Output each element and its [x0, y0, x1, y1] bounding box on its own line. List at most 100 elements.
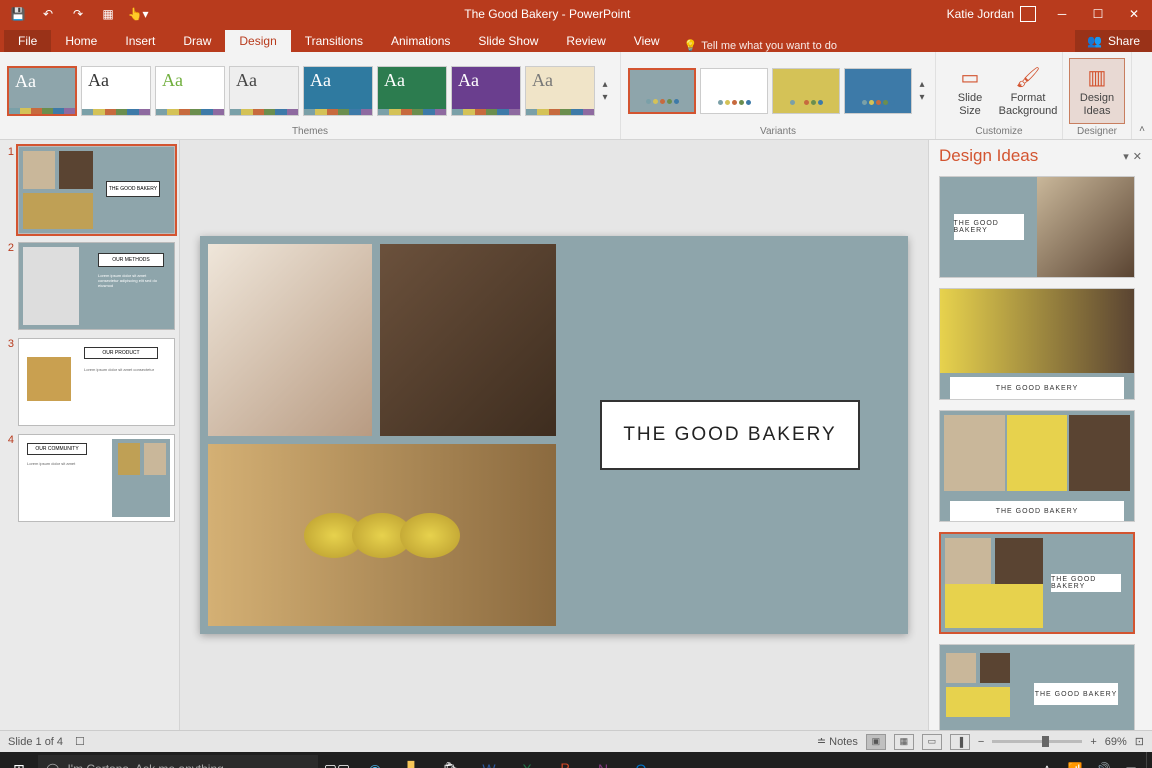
theme-thumb-2[interactable]: Aa: [155, 66, 225, 116]
pane-close-button[interactable]: ✕: [1133, 150, 1142, 163]
show-desktop-button[interactable]: [1146, 752, 1152, 768]
windows-taskbar: ⊞ ◯ I'm Cortana. Ask me anything. ▢▢ ◉ ▋…: [0, 752, 1152, 768]
normal-view-button[interactable]: ▣: [866, 734, 886, 750]
variants-group: ▴▾ Variants: [621, 52, 936, 139]
design-ideas-header: Design Ideas ▾ ✕: [929, 140, 1152, 172]
maximize-button[interactable]: ☐: [1080, 0, 1116, 28]
quick-access-toolbar: 💾 ↶ ↷ ▦ 👆▾: [0, 2, 156, 26]
design-ideas-button[interactable]: ▥ Design Ideas: [1069, 58, 1125, 124]
slide-thumbnail-2[interactable]: OUR METHODSLorem ipsum dolor sit amet co…: [18, 242, 175, 330]
tab-file[interactable]: File: [4, 30, 51, 52]
edge-icon[interactable]: ◉: [356, 752, 394, 768]
onenote-icon[interactable]: N: [584, 752, 622, 768]
tell-me-search[interactable]: 💡 Tell me what you want to do: [684, 39, 837, 52]
minimize-button[interactable]: ─: [1044, 0, 1080, 28]
slides-thumbnail-panel[interactable]: 1THE GOOD BAKERY2OUR METHODSLorem ipsum …: [0, 140, 180, 730]
variant-thumb-2[interactable]: [772, 68, 840, 114]
collapse-ribbon-button[interactable]: ˄: [1132, 52, 1152, 139]
format-background-button[interactable]: 🖌 Format Background: [1000, 58, 1056, 124]
fit-to-window-button[interactable]: ⊡: [1135, 735, 1144, 748]
start-button[interactable]: ⊞: [0, 752, 38, 768]
slide-image-2[interactable]: [380, 244, 556, 436]
undo-button[interactable]: ↶: [34, 2, 62, 26]
redo-button[interactable]: ↷: [64, 2, 92, 26]
design-ideas-list[interactable]: THE GOOD BAKERYTHE GOOD BAKERYTHE GOOD B…: [929, 172, 1152, 730]
slide-image-1[interactable]: [208, 244, 372, 436]
save-button[interactable]: 💾: [4, 2, 32, 26]
tab-home[interactable]: Home: [51, 30, 111, 52]
slide-size-button[interactable]: ▭ Slide Size: [942, 58, 998, 124]
themes-more-button[interactable]: ▴▾: [598, 66, 612, 116]
action-center-icon[interactable]: ▭: [1118, 752, 1144, 768]
present-button[interactable]: ▦: [94, 2, 122, 26]
design-idea-3[interactable]: THE GOOD BAKERY: [939, 410, 1135, 522]
theme-thumb-5[interactable]: Aa: [377, 66, 447, 116]
wifi-icon[interactable]: 📶: [1062, 752, 1088, 768]
designer-label: Designer: [1069, 125, 1125, 137]
tab-review[interactable]: Review: [552, 30, 619, 52]
zoom-slider[interactable]: [992, 740, 1082, 743]
user-account[interactable]: Katie Jordan: [939, 6, 1044, 22]
designer-group: ▥ Design Ideas Designer: [1063, 52, 1132, 139]
tab-insert[interactable]: Insert: [111, 30, 169, 52]
customize-label: Customize: [942, 125, 1056, 137]
theme-thumb-4[interactable]: Aa: [303, 66, 373, 116]
powerpoint-icon[interactable]: P: [546, 752, 584, 768]
slide-canvas-area[interactable]: THE GOOD BAKERY: [180, 140, 928, 730]
design-ideas-icon: ▥: [1081, 64, 1113, 92]
tray-expand-icon[interactable]: ˄: [1034, 752, 1060, 768]
file-explorer-icon[interactable]: ▋: [394, 752, 432, 768]
variant-thumb-3[interactable]: [844, 68, 912, 114]
pane-options-button[interactable]: ▾: [1123, 150, 1129, 163]
touch-mode-button[interactable]: 👆▾: [124, 2, 152, 26]
share-button[interactable]: 👥 Share: [1075, 30, 1152, 52]
outlook-icon[interactable]: O: [622, 752, 660, 768]
zoom-level[interactable]: 69%: [1105, 736, 1127, 748]
variant-thumb-1[interactable]: [700, 68, 768, 114]
theme-thumb-7[interactable]: Aa: [525, 66, 595, 116]
theme-thumb-0[interactable]: Aa: [7, 66, 77, 116]
tab-draw[interactable]: Draw: [169, 30, 225, 52]
theme-thumb-1[interactable]: Aa: [81, 66, 151, 116]
notes-button[interactable]: ≐ Notes: [817, 735, 858, 748]
close-button[interactable]: ✕: [1116, 0, 1152, 28]
spell-check-icon[interactable]: ☐: [75, 735, 85, 748]
theme-thumb-6[interactable]: Aa: [451, 66, 521, 116]
design-idea-1[interactable]: THE GOOD BAKERY: [939, 176, 1135, 278]
design-idea-5[interactable]: THE GOOD BAKERY: [939, 644, 1135, 730]
slide-thumbnail-3[interactable]: OUR PRODUCTLorem ipsum dolor sit amet co…: [18, 338, 175, 426]
variant-thumb-0[interactable]: [628, 68, 696, 114]
cortana-icon: ◯: [46, 762, 59, 768]
design-idea-4[interactable]: THE GOOD BAKERY: [939, 532, 1135, 634]
theme-thumb-3[interactable]: Aa: [229, 66, 299, 116]
store-icon[interactable]: 🛍: [432, 752, 470, 768]
slide-editor[interactable]: THE GOOD BAKERY: [200, 236, 908, 634]
slide-thumbnail-1[interactable]: THE GOOD BAKERY: [18, 146, 175, 234]
word-icon[interactable]: W: [470, 752, 508, 768]
task-view-button[interactable]: ▢▢: [318, 752, 356, 768]
design-idea-2[interactable]: THE GOOD BAKERY: [939, 288, 1135, 400]
slideshow-view-button[interactable]: ▐: [950, 734, 970, 750]
reading-view-button[interactable]: ▭: [922, 734, 942, 750]
volume-icon[interactable]: 🔊: [1090, 752, 1116, 768]
slide-counter[interactable]: Slide 1 of 4: [8, 736, 63, 748]
zoom-out-button[interactable]: −: [978, 736, 984, 748]
slide-thumbnail-4[interactable]: OUR COMMUNITYLorem ipsum dolor sit amet: [18, 434, 175, 522]
tab-slide-show[interactable]: Slide Show: [464, 30, 552, 52]
zoom-in-button[interactable]: +: [1090, 736, 1096, 748]
tab-design[interactable]: Design: [225, 30, 290, 52]
excel-icon[interactable]: X: [508, 752, 546, 768]
tab-animations[interactable]: Animations: [377, 30, 464, 52]
tab-transitions[interactable]: Transitions: [291, 30, 377, 52]
slide-image-3[interactable]: [208, 444, 556, 626]
design-ideas-pane: Design Ideas ▾ ✕ THE GOOD BAKERYTHE GOOD…: [928, 140, 1152, 730]
cortana-search[interactable]: ◯ I'm Cortana. Ask me anything.: [38, 755, 318, 768]
variants-more-button[interactable]: ▴▾: [915, 66, 929, 116]
customize-group: ▭ Slide Size 🖌 Format Background Customi…: [936, 52, 1063, 139]
user-name: Katie Jordan: [947, 7, 1014, 21]
slide-title-textbox[interactable]: THE GOOD BAKERY: [600, 400, 860, 470]
design-ideas-title: Design Ideas: [939, 146, 1038, 166]
themes-group: AaAaAaAaAaAaAaAa▴▾ Themes: [0, 52, 621, 139]
sorter-view-button[interactable]: ▦: [894, 734, 914, 750]
tab-view[interactable]: View: [620, 30, 674, 52]
